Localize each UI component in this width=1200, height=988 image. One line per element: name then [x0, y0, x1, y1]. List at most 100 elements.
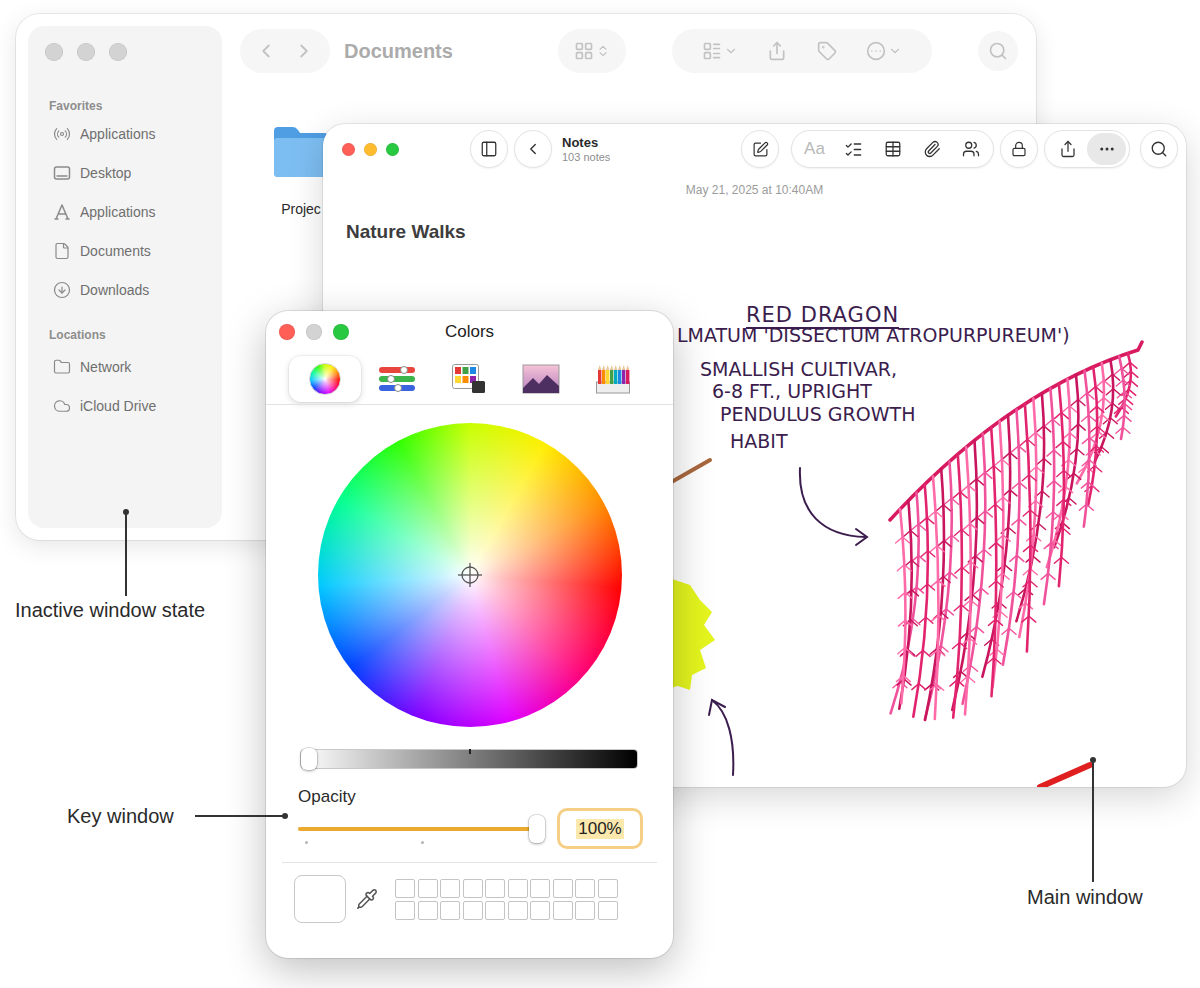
checklist-button[interactable]	[834, 133, 873, 165]
sidebar-item[interactable]: Downloads	[45, 270, 214, 309]
mode-tabs	[266, 353, 673, 402]
minimize-button[interactable]	[77, 43, 95, 61]
window-controls	[342, 143, 399, 156]
forward-icon[interactable]	[293, 40, 315, 62]
window-controls	[45, 43, 222, 61]
close-button[interactable]	[45, 43, 63, 61]
sidebar-button[interactable]	[470, 130, 508, 168]
swatch[interactable]	[530, 901, 550, 920]
search-button[interactable]	[978, 31, 1018, 71]
title-bar: Colors	[266, 311, 673, 353]
crosshair-icon[interactable]	[457, 562, 483, 588]
opacity-field[interactable]: 100%	[557, 808, 643, 849]
more-icon[interactable]	[866, 41, 886, 61]
swatch[interactable]	[395, 879, 415, 898]
mode-tab[interactable]	[505, 356, 577, 402]
chevron-icon	[888, 44, 902, 58]
swatch[interactable]	[553, 879, 573, 898]
swatch[interactable]	[575, 901, 595, 920]
swatch[interactable]	[440, 879, 460, 898]
swatch[interactable]	[598, 879, 618, 898]
sidebar-item[interactable]: iCloud Drive	[45, 386, 214, 425]
note-date: May 21, 2025 at 10:40AM	[323, 183, 1186, 197]
sidebar-item[interactable]: Documents	[45, 231, 214, 270]
slider-tick	[421, 841, 424, 844]
swatch[interactable]	[508, 901, 528, 920]
slider-thumb[interactable]	[301, 748, 317, 770]
color-wheel[interactable]	[318, 423, 622, 727]
format-button[interactable]: Aa	[795, 133, 834, 165]
swatch[interactable]	[418, 879, 438, 898]
compose-icon	[752, 141, 769, 158]
minimize-button[interactable]	[364, 143, 377, 156]
pencils-icon	[596, 364, 630, 394]
swatch[interactable]	[530, 879, 550, 898]
close-button[interactable]	[342, 143, 355, 156]
sidebar-item[interactable]: Applications	[45, 114, 214, 153]
collaborate-button[interactable]	[951, 133, 990, 165]
sidebar-item[interactable]: Network	[45, 347, 214, 386]
attachment-button[interactable]	[912, 133, 951, 165]
mode-tab[interactable]	[577, 356, 649, 402]
opacity-row: 100%	[266, 808, 673, 849]
swatch[interactable]	[553, 901, 573, 920]
chevron-icon	[596, 44, 610, 58]
swatch[interactable]	[395, 901, 415, 920]
share-icon[interactable]	[767, 41, 787, 61]
window-title: Documents	[344, 40, 558, 63]
sketch-line: PENDULUS GROWTH	[720, 403, 915, 425]
sidebar-item[interactable]: Desktop	[45, 153, 214, 192]
search-icon	[1150, 140, 1168, 158]
toolbar: Documents	[240, 29, 1024, 73]
ellipsis-icon	[1098, 140, 1116, 158]
callout-label: Key window	[67, 804, 174, 828]
mode-tab[interactable]	[289, 356, 361, 402]
opacity-slider[interactable]	[298, 814, 545, 844]
zoom-button[interactable]	[109, 43, 127, 61]
share-button[interactable]	[1048, 133, 1087, 165]
swatch[interactable]	[440, 901, 460, 920]
back-icon	[524, 140, 542, 158]
table-icon	[884, 140, 902, 158]
tag-icon[interactable]	[817, 41, 837, 61]
swatch[interactable]	[463, 879, 483, 898]
network-icon	[53, 358, 71, 376]
zoom-button[interactable]	[333, 324, 349, 340]
sketch-line: 6-8 FT., UPRIGHT	[712, 380, 872, 402]
lock-button[interactable]	[1000, 130, 1038, 168]
eyedropper-icon	[356, 888, 378, 910]
more-button[interactable]	[1087, 133, 1126, 165]
sidebar-item[interactable]: Applications	[45, 192, 214, 231]
slider-thumb[interactable]	[529, 815, 545, 843]
share-tools	[1044, 130, 1130, 168]
swatch[interactable]	[575, 879, 595, 898]
swatch[interactable]	[463, 901, 483, 920]
swatch[interactable]	[485, 901, 505, 920]
minimize-button[interactable]	[306, 324, 322, 340]
back-button[interactable]	[514, 130, 552, 168]
swatch[interactable]	[508, 879, 528, 898]
swatch[interactable]	[418, 901, 438, 920]
sketch-line: LMATUM 'DISSECTUM ATROPURPUREUM')	[677, 324, 1070, 346]
callout-dot	[282, 813, 288, 819]
brightness-slider[interactable]	[300, 749, 638, 769]
mode-tab[interactable]	[433, 356, 505, 402]
table-button[interactable]	[873, 133, 912, 165]
group-icon[interactable]	[702, 41, 722, 61]
grid-icon	[574, 41, 594, 61]
eyedropper-button[interactable]	[356, 888, 378, 910]
back-icon[interactable]	[255, 40, 277, 62]
mode-tab[interactable]	[361, 356, 433, 402]
current-color-swatch[interactable]	[294, 875, 346, 923]
divider	[282, 862, 657, 863]
swatch-row	[266, 863, 673, 923]
zoom-button[interactable]	[386, 143, 399, 156]
compose-button[interactable]	[741, 130, 779, 168]
view-button[interactable]	[558, 29, 626, 73]
note-title[interactable]: Nature Walks	[346, 221, 1186, 243]
swatch[interactable]	[598, 901, 618, 920]
close-button[interactable]	[279, 324, 295, 340]
search-button[interactable]	[1140, 130, 1178, 168]
sketch-line: SMALLISH CULTIVAR,	[700, 358, 897, 380]
swatch[interactable]	[485, 879, 505, 898]
